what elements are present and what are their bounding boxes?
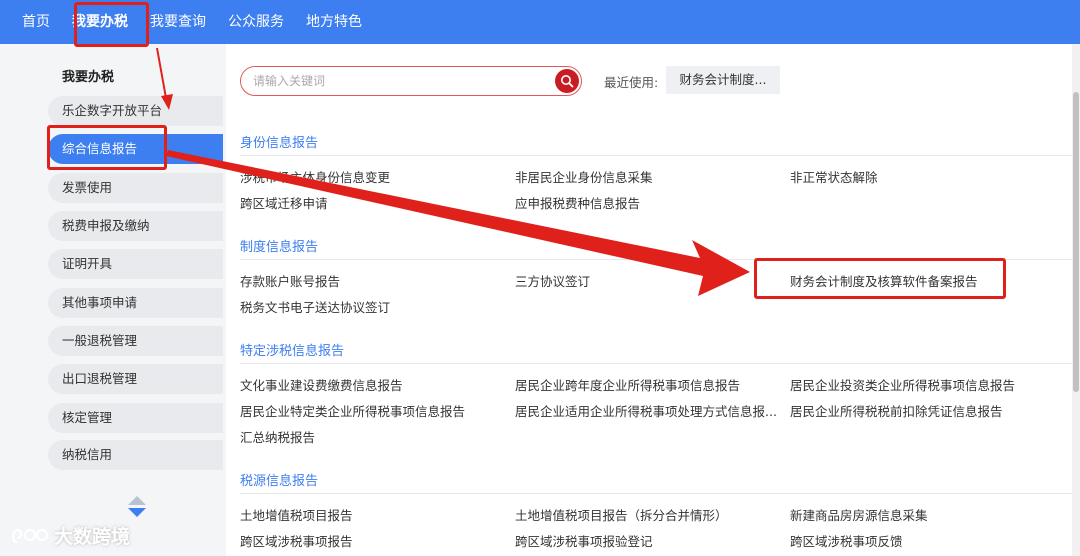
link-cross-region-feedback[interactable]: 跨区域涉税事项反馈 <box>790 531 903 550</box>
section-divider <box>240 363 1072 364</box>
link-tripartite-agreement[interactable]: 三方协议签订 <box>515 271 590 290</box>
link-deduction-voucher[interactable]: 居民企业所得税税前扣除凭证信息报告 <box>790 401 1003 420</box>
link-lat-project[interactable]: 土地增值税项目报告 <box>240 505 353 524</box>
link-tax-type-report[interactable]: 应申报税费种信息报告 <box>515 193 640 212</box>
nav-home[interactable]: 首页 <box>22 0 50 44</box>
sidebar-item-credit[interactable]: 纳税信用 <box>48 440 223 470</box>
annotation-box-target-link <box>754 258 1006 299</box>
section-title-identity: 身份信息报告 <box>240 136 319 151</box>
link-culture-fee-report[interactable]: 文化事业建设费缴费信息报告 <box>240 375 403 394</box>
link-abnormal-release[interactable]: 非正常状态解除 <box>790 167 878 186</box>
sidebar-item-export-refund[interactable]: 出口退税管理 <box>48 364 223 394</box>
link-bank-account-report[interactable]: 存款账户账号报告 <box>240 271 340 290</box>
section-divider <box>240 155 1072 156</box>
sidebar-item-invoice[interactable]: 发票使用 <box>48 173 223 203</box>
link-cross-year-cit[interactable]: 居民企业跨年度企业所得税事项信息报告 <box>515 375 740 394</box>
link-new-housing[interactable]: 新建商品房房源信息采集 <box>790 505 928 524</box>
section-divider <box>240 493 1072 494</box>
link-specific-cit[interactable]: 居民企业特定类企业所得税事项信息报告 <box>240 401 465 420</box>
link-cross-region-registration[interactable]: 跨区域涉税事项报验登记 <box>515 531 653 550</box>
sidebar-item-assessment[interactable]: 核定管理 <box>48 403 223 433</box>
link-nonresident-identity[interactable]: 非居民企业身份信息采集 <box>515 167 653 186</box>
watermark-logo-icon <box>12 528 49 543</box>
top-nav: 首页 我要办税 我要查询 公众服务 地方特色 <box>0 0 1080 44</box>
recent-label: 最近使用: <box>604 75 659 90</box>
recent-item[interactable]: 财务会计制度... <box>666 66 780 94</box>
watermark: 大数跨境 <box>10 522 130 549</box>
link-cit-method[interactable]: 居民企业适用企业所得税事项处理方式信息报... <box>515 401 777 420</box>
main-panel: 最近使用: 财务会计制度... 身份信息报告 涉税市场主体身份信息变更 非居民企… <box>226 44 1080 556</box>
search-input[interactable] <box>253 71 543 91</box>
sidebar: 我要办税 乐企数字开放平台 综合信息报告 发票使用 税费申报及缴纳 证明开具 其… <box>0 44 226 556</box>
section-title-system: 制度信息报告 <box>240 240 319 255</box>
link-cross-region-report[interactable]: 跨区域涉税事项报告 <box>240 531 353 550</box>
link-lat-project-split[interactable]: 土地增值税项目报告（拆分合并情形） <box>515 505 728 524</box>
section-title-tax-source: 税源信息报告 <box>240 474 319 489</box>
search-button[interactable] <box>555 69 579 93</box>
sidebar-item-certificate[interactable]: 证明开具 <box>48 249 223 279</box>
search-box <box>240 66 582 96</box>
link-identity-change[interactable]: 涉税市场主体身份信息变更 <box>240 167 390 186</box>
link-consolidated-report[interactable]: 汇总纳税报告 <box>240 427 315 446</box>
link-cross-region-migration[interactable]: 跨区域迁移申请 <box>240 193 328 212</box>
link-investment-cit[interactable]: 居民企业投资类企业所得税事项信息报告 <box>790 375 1015 394</box>
nav-public-service[interactable]: 公众服务 <box>228 0 284 44</box>
scrollbar-thumb[interactable] <box>1073 92 1079 392</box>
sidebar-item-refund[interactable]: 一般退税管理 <box>48 326 223 356</box>
section-title-specific: 特定涉税信息报告 <box>240 344 345 359</box>
annotation-box-sidebar <box>47 125 167 170</box>
sidebar-item-other-apply[interactable]: 其他事项申请 <box>48 288 223 318</box>
nav-local-features[interactable]: 地方特色 <box>306 0 362 44</box>
search-icon <box>561 75 574 88</box>
annotation-box-nav <box>74 2 149 47</box>
nav-query[interactable]: 我要查询 <box>150 0 206 44</box>
sidebar-item-leqi-platform[interactable]: 乐企数字开放平台 <box>48 96 223 126</box>
link-e-delivery-agreement[interactable]: 税务文书电子送达协议签订 <box>240 297 390 316</box>
scroll-up-down-icon[interactable] <box>128 496 146 520</box>
scrollbar[interactable] <box>1072 44 1080 556</box>
sidebar-title: 我要办税 <box>62 70 115 85</box>
sidebar-item-tax-declaration[interactable]: 税费申报及缴纳 <box>48 211 223 241</box>
watermark-text: 大数跨境 <box>54 526 131 548</box>
